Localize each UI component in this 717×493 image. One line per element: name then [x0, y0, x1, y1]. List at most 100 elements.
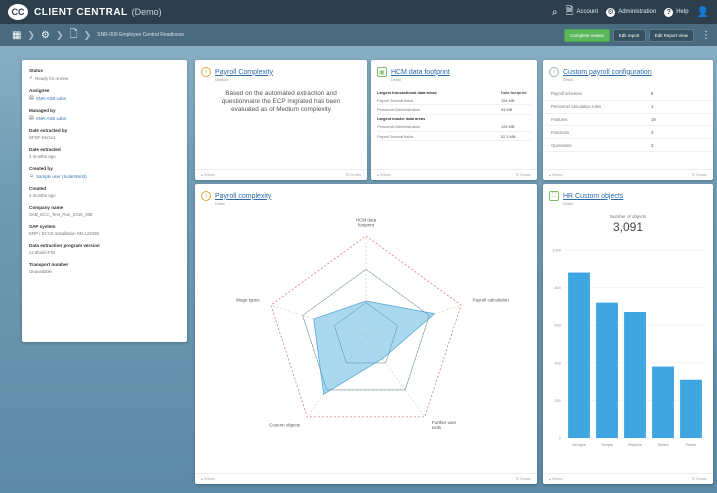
report-details-panel: Status ✓ Ready for review Assignee ▤ SNR-ASB …	[22, 60, 187, 342]
detail-value-text: Sample user (SolarWorld)	[36, 173, 87, 179]
complexity-summary: Based on the automated extraction and qu…	[221, 90, 341, 114]
edit-report-button[interactable]: Edit report	[612, 28, 646, 42]
card-title[interactable]: HCM data footprint	[391, 69, 450, 76]
detail-value[interactable]: ▤ SNR-ASB Labs	[29, 115, 180, 121]
card-footer: ▴ Hidden ☰ Details	[195, 473, 537, 484]
detail-label: Date extracted by	[29, 128, 68, 133]
logo-icon[interactable]: CC	[8, 4, 28, 20]
custom-objects-bar-chart: 1000 800 600 400 200 0 Infotype Scripts Reports T…	[552, 248, 705, 447]
row-value: 1	[651, 104, 654, 110]
report-actions: Complete review Edit report Edit Report …	[564, 28, 711, 42]
metric-label: Number of objects	[609, 214, 647, 219]
hr-custom-objects-card: ⛶ HR Custom objects Detail Number of obj…	[543, 184, 713, 484]
grid-icon[interactable]: ▦	[12, 30, 21, 41]
detail-field: Managed by ▤ SNR-ASB Labs	[29, 108, 180, 121]
administration-menu[interactable]: ⚙ Administration	[606, 7, 656, 17]
bar[interactable]	[568, 272, 590, 438]
card-title[interactable]: Custom payroll configuration	[563, 69, 652, 76]
row-label: Features	[551, 116, 568, 122]
brand-title: CLIENT CENTRAL	[34, 6, 128, 18]
payroll-complexity-radar-card: i Payroll complexity Detail HCM data foot…	[195, 184, 537, 484]
card-title[interactable]: Payroll Complexity	[215, 69, 273, 76]
complete-review-button[interactable]: Complete review	[564, 28, 610, 42]
table-row: Personnel Administration 54 MB	[377, 105, 531, 115]
detail-value[interactable]: ▤ SNR-ASB Labs	[29, 95, 180, 101]
gear-icon: ⚙	[606, 7, 616, 17]
details-link[interactable]: ☰ Details	[516, 173, 531, 177]
detail-value-text: SFSF-Demo1	[29, 135, 56, 140]
detail-value[interactable]: ☺ Sample user (SolarWorld)	[29, 173, 180, 179]
hide-toggle[interactable]: ▴ Hidden	[377, 173, 391, 177]
help-menu[interactable]: ? Help	[664, 7, 689, 17]
breadcrumb-current[interactable]: SNR-009 Employee Central Readiness	[97, 32, 184, 38]
chevron-right-icon: ❯	[83, 29, 92, 40]
detail-value: 2 months ago	[29, 154, 180, 159]
user-icon[interactable]: 👤	[697, 7, 709, 18]
row-value: Data footprint	[501, 89, 527, 95]
x-tick-label: Infotype	[572, 443, 586, 447]
detail-value: Unavailable	[29, 269, 180, 274]
breadcrumb-bar: ▦ ❯ ⚙ ❯ 🗋 ❯ SNR-009 Employee Central Rea…	[0, 24, 717, 46]
bar[interactable]	[652, 366, 674, 438]
hide-toggle[interactable]: ▴ Hidden	[201, 477, 215, 481]
details-link[interactable]: ☰ Details	[692, 477, 707, 481]
radar-axis-label: Payroll calculation	[473, 297, 510, 302]
detail-label: Data extraction program version	[29, 243, 100, 248]
table-row: Personnel Administration 128 MB	[377, 123, 531, 132]
detail-value-text: ERP / ECC6 Installation SN-123456	[29, 231, 99, 236]
x-tick-label: Fields	[686, 443, 696, 447]
detail-value-text: Ready for review	[35, 75, 69, 81]
bar[interactable]	[680, 379, 702, 438]
detail-value: SAB_ECC_Test_Run_2016_008	[29, 212, 180, 217]
card-footer: ▴ Hidden ☰ Details	[543, 473, 713, 484]
details-link[interactable]: ☰ Details	[692, 173, 707, 177]
x-tick-label: Tables	[658, 443, 669, 447]
y-tick-label: 0	[559, 436, 562, 441]
more-options-icon[interactable]: ⋮	[701, 30, 711, 41]
chevron-right-icon: ❯	[27, 29, 35, 40]
bar[interactable]	[596, 302, 618, 438]
detail-value: SFSF-Demo1	[29, 135, 180, 140]
row-value: 3	[651, 142, 654, 148]
footprint-table: Largest transactional data areas Data foo…	[371, 82, 537, 142]
settings-icon[interactable]: ⚙	[41, 30, 50, 41]
file-icon[interactable]: 🗋	[70, 27, 78, 44]
row-value: 8	[651, 91, 654, 97]
hide-toggle[interactable]: ▴ Hidden	[201, 173, 215, 177]
row-label: Largest transactional data areas	[377, 89, 437, 95]
table-row: Operations 3	[543, 139, 713, 152]
detail-value-text: v2.8build-FIN	[29, 250, 56, 255]
chevron-right-icon: ❯	[55, 29, 64, 40]
radar-axis-label: Further user exits	[432, 420, 457, 430]
row-value	[501, 116, 531, 121]
detail-value-text: SNR-ASB Labs	[35, 95, 66, 101]
details-link[interactable]: ☰ Details	[516, 477, 531, 481]
detail-field: Assignee ▤ SNR-ASB Labs	[29, 88, 180, 101]
radar-axis-label: HCM data footprint	[356, 218, 377, 228]
edit-report-view-button[interactable]: Edit Report View	[648, 28, 694, 42]
card-title[interactable]: HR Custom objects	[563, 193, 623, 200]
bar[interactable]	[624, 312, 646, 438]
row-label: Largest master data areas	[377, 116, 426, 122]
row-value: 154 MB	[501, 97, 515, 103]
card-title[interactable]: Payroll complexity	[215, 193, 271, 200]
account-menu[interactable]: 🗎 Account	[565, 4, 598, 21]
table-row: Payroll schemas 8	[543, 88, 713, 101]
table-row: Payroll Several fields 154 MB	[377, 96, 531, 106]
table-row: Features 19	[543, 114, 713, 127]
search-icon[interactable]: ⌕	[552, 7, 558, 18]
detail-label: Status	[29, 68, 44, 73]
hide-toggle[interactable]: ▴ Hidden	[549, 173, 563, 177]
payroll-complexity-card: i Payroll Complexity Medium Based on the…	[195, 60, 367, 180]
row-label: Payroll Several fields	[377, 97, 414, 103]
radar-series-area[interactable]	[313, 300, 436, 395]
hide-toggle[interactable]: ▴ Hidden	[549, 477, 563, 481]
detail-label: Transport number	[29, 262, 69, 267]
metric-value: 3,091	[612, 220, 644, 234]
radar-chart: HCM data footprint Payroll calculation Furt…	[236, 218, 510, 431]
row-label: Operations	[551, 142, 572, 148]
row-label: Payroll Several fields	[377, 133, 414, 139]
details-link[interactable]: ☰ Details	[346, 173, 361, 177]
detail-value: ✓ Ready for review	[29, 75, 180, 81]
help-label: Help	[676, 9, 689, 15]
